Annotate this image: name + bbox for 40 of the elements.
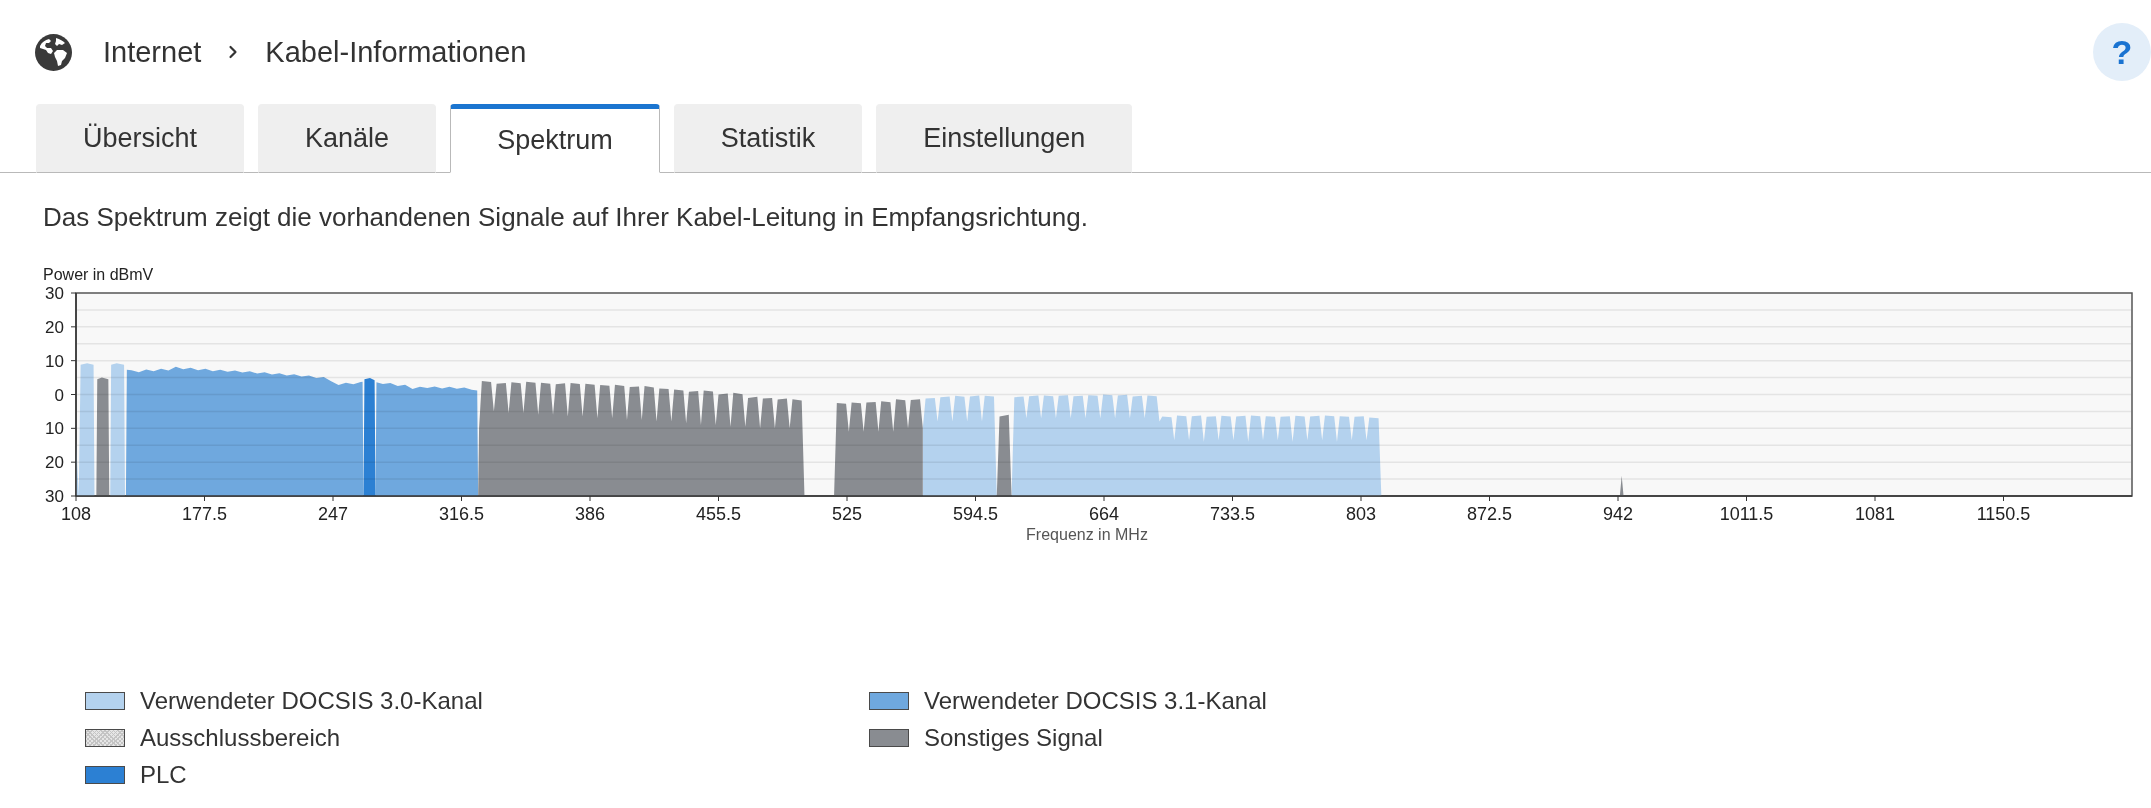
x-tick-label: 733.5 xyxy=(1210,504,1255,524)
description-text: Das Spektrum zeigt die vorhandenen Signale auf Ihrer Kabel-Leitung in Empfangsrichtung. xyxy=(43,202,1089,232)
legend-label: Ausschlussbereich xyxy=(140,724,341,752)
tab[interactable]: Kanäle xyxy=(258,104,437,173)
y-tick-label: 10 xyxy=(45,419,64,439)
help-button[interactable]: ? xyxy=(2093,23,2151,81)
y-tick-label: 20 xyxy=(45,317,64,337)
x-tick-label: 247 xyxy=(318,504,348,524)
x-tick-label: 177.5 xyxy=(182,504,227,524)
y-tick-label: 30 xyxy=(45,487,64,506)
x-tick-label: 316.5 xyxy=(439,504,484,524)
x-tick-label: 664 xyxy=(1089,504,1119,524)
x-tick-label: 1081 xyxy=(1855,504,1895,524)
tab[interactable]: Einstellungen xyxy=(876,104,1133,173)
x-tick-label: 942 xyxy=(1603,504,1633,524)
y-axis-title: Power in dBmV xyxy=(43,266,154,283)
breadcrumb-link[interactable]: Internet xyxy=(103,35,202,69)
x-tick-label: 108 xyxy=(61,504,91,524)
x-tick-label: 455.5 xyxy=(696,504,741,524)
y-tick-label: 20 xyxy=(45,453,64,473)
x-tick-label: 1150.5 xyxy=(1976,504,2031,524)
x-tick-label: 803 xyxy=(1346,504,1376,524)
x-tick-label: 386 xyxy=(575,504,605,524)
x-tick-label: 1011.5 xyxy=(1719,504,1774,524)
legend-label: Verwendeter DOCSIS 3.0-Kanal xyxy=(140,687,483,715)
x-tick-label: 872.5 xyxy=(1467,504,1512,524)
x-axis-title: Frequenz in MHz xyxy=(1026,526,1148,543)
y-tick-label: 30 xyxy=(45,284,64,303)
y-tick-label: 0 xyxy=(54,385,64,405)
x-tick-label: 594.5 xyxy=(953,504,998,524)
tab[interactable]: Übersicht xyxy=(36,104,245,173)
globe-icon xyxy=(35,33,72,71)
y-tick-label: 10 xyxy=(45,351,64,371)
tab[interactable]: Spektrum xyxy=(450,104,660,173)
legend-label: Sonstiges Signal xyxy=(924,724,1103,752)
page-title: Kabel-Informationen xyxy=(265,35,527,69)
legend-label: Verwendeter DOCSIS 3.1-Kanal xyxy=(924,687,1267,715)
tab[interactable]: Statistik xyxy=(673,104,863,173)
x-tick-label: 525 xyxy=(832,504,862,524)
legend-label: PLC xyxy=(140,761,187,789)
